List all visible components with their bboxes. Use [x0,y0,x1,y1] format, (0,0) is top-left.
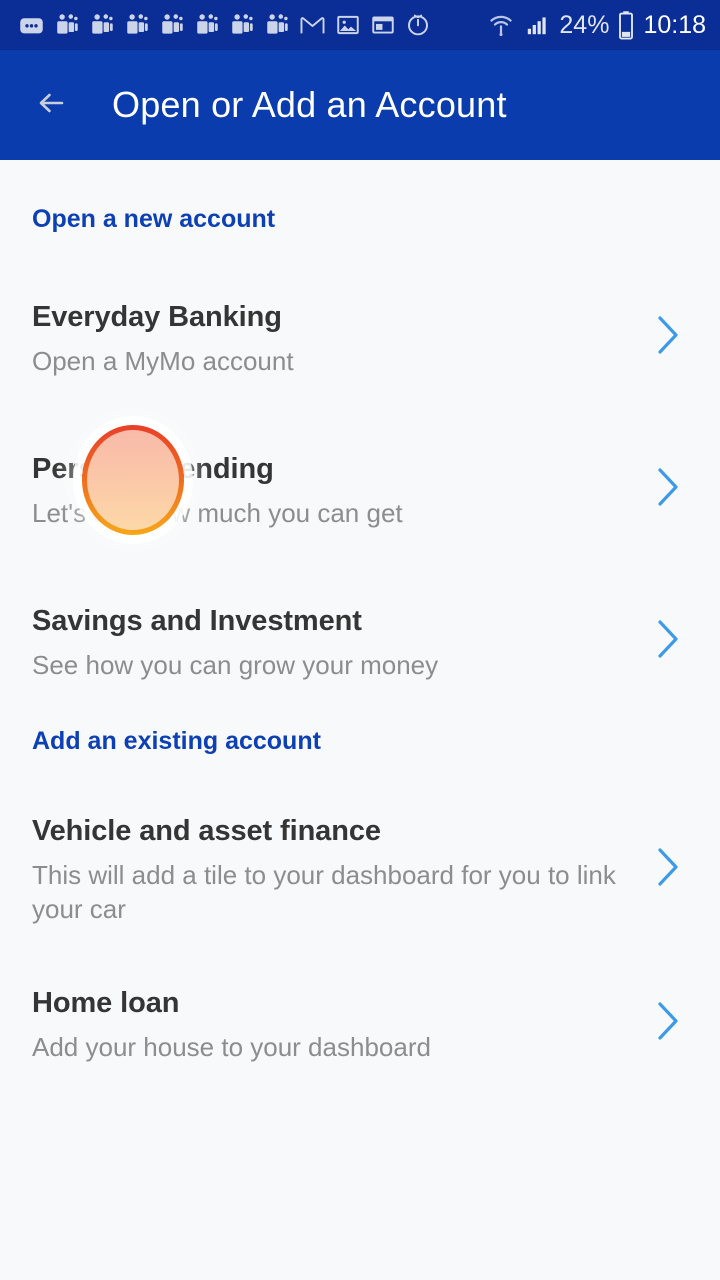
teams-icon-3 [124,12,150,38]
status-bar: 24% 10:18 [0,0,720,50]
teams-icon-5 [194,12,220,38]
list-item-savings-and-investment[interactable]: Savings and Investment See how you can g… [0,605,720,682]
page-title: Open or Add an Account [112,84,507,125]
app-bar: Open or Add an Account [0,50,720,160]
list-item-text-block: Savings and Investment See how you can g… [32,605,646,682]
status-bar-system-indicators: 24% 10:18 [487,10,706,40]
teams-icon-1 [54,12,80,38]
list-item-subtitle: See how you can grow your money [32,650,439,681]
status-bar-notification-icons [18,12,487,39]
list-item-subtitle: This will add a tile to your dashboard f… [32,860,616,924]
screenshot-image-icon [335,12,361,38]
list-item-text-block: Everyday Banking Open a MyMo account [32,301,646,378]
account-list-scroll-area[interactable]: Open a new account Everyday Banking Open… [0,160,720,1280]
teams-icon-6 [229,12,255,38]
list-item-personal-lending[interactable]: Personal Lending Let's see how much you … [0,453,720,530]
window-icon [370,12,396,38]
chevron-right-icon[interactable] [646,996,690,1046]
list-item-subtitle: Add your house to your dashboard [32,1031,431,1062]
list-item-title: Everyday Banking [32,301,282,333]
status-bar-clock: 10:18 [643,10,706,39]
teams-icon-2 [89,12,115,38]
list-item-text-block: Vehicle and asset finance This will add … [32,816,646,925]
chevron-right-icon[interactable] [646,842,690,892]
list-item-title: Home loan [32,986,180,1019]
chevron-right-icon[interactable] [646,462,690,512]
teams-icon-7 [264,12,290,38]
alarm-clock-icon [405,12,431,38]
list-item-title: Savings and Investment [32,605,362,638]
chevron-right-icon[interactable] [646,310,690,360]
list-item-vehicle-and-asset-finance[interactable]: Vehicle and asset finance This will add … [0,816,720,925]
list-item-subtitle: Open a MyMo account [32,345,294,376]
messages-icon [18,12,45,39]
wifi-icon [487,11,515,39]
cellular-signal-icon [523,12,551,38]
chevron-right-icon[interactable] [646,614,690,664]
battery-icon [617,10,635,40]
section-header-add-existing-account: Add an existing account [32,727,321,756]
back-button[interactable] [30,78,84,132]
list-item-everyday-banking[interactable]: Everyday Banking Open a MyMo account [0,301,720,378]
teams-icon-4 [159,12,185,38]
list-item-title: Personal Lending [32,453,274,486]
list-item-subtitle: Let's see how much you can get [32,498,403,529]
list-item-text-block: Personal Lending Let's see how much you … [32,453,646,530]
gmail-icon [299,12,326,39]
list-item-title: Vehicle and asset finance [32,815,381,848]
back-arrow-icon [33,85,81,126]
list-item-text-block: Home loan Add your house to your dashboa… [32,986,646,1064]
battery-percent-label: 24% [559,10,610,39]
list-item-home-loan[interactable]: Home loan Add your house to your dashboa… [0,986,720,1064]
section-header-open-new-account: Open a new account [32,205,276,233]
